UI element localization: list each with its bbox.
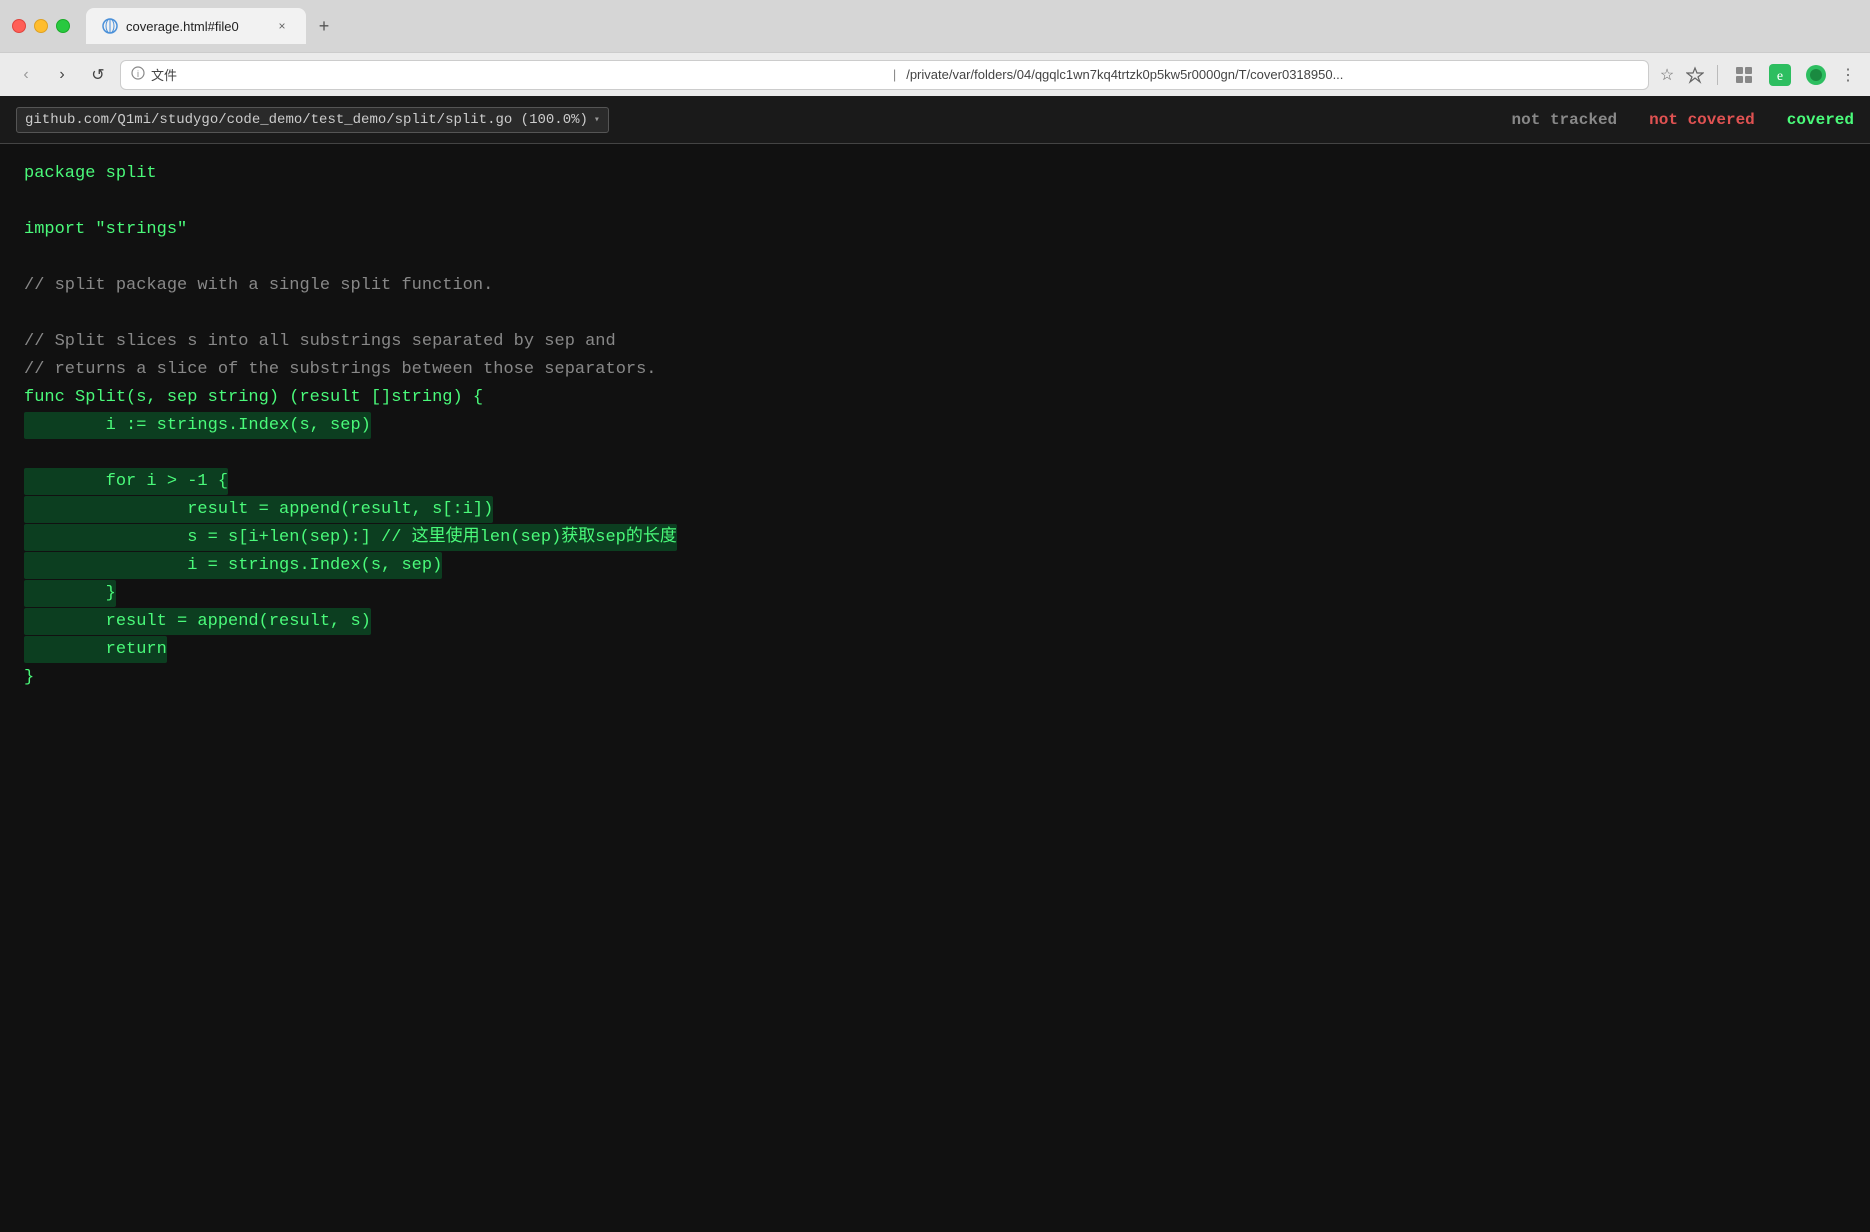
refresh-button[interactable]: ↺ xyxy=(84,61,112,89)
code-line: // Split slices s into all substrings se… xyxy=(0,328,1870,356)
code-line xyxy=(0,440,1870,468)
extensions-divider xyxy=(1717,65,1718,85)
legend-not-covered: not covered xyxy=(1649,111,1755,129)
back-button[interactable]: ‹ xyxy=(12,61,40,89)
bookmark-button[interactable]: ☆ xyxy=(1657,65,1677,85)
code-text: // split package with a single split fun… xyxy=(24,272,493,299)
code-text xyxy=(24,300,34,327)
minimize-button[interactable] xyxy=(34,19,48,33)
close-button[interactable] xyxy=(12,19,26,33)
code-text: return xyxy=(24,636,167,663)
code-text: for i > -1 { xyxy=(24,468,228,495)
forward-button[interactable]: › xyxy=(48,61,76,89)
code-text: package split xyxy=(24,160,157,187)
code-line: for i > -1 { xyxy=(0,468,1870,496)
code-text xyxy=(24,188,34,215)
code-line: } xyxy=(0,580,1870,608)
code-line: // returns a slice of the substrings bet… xyxy=(0,356,1870,384)
code-line: result = append(result, s[:i]) xyxy=(0,496,1870,524)
browser-tab[interactable]: coverage.html#file0 × xyxy=(86,8,306,44)
code-line: i := strings.Index(s, sep) xyxy=(0,412,1870,440)
coverage-toolbar: github.com/Q1mi/studygo/code_demo/test_d… xyxy=(0,96,1870,144)
code-text xyxy=(24,244,34,271)
code-line xyxy=(0,244,1870,272)
code-text: // returns a slice of the substrings bet… xyxy=(24,356,657,383)
legend-covered: covered xyxy=(1787,111,1854,129)
address-prefix: 文件 xyxy=(151,65,883,84)
code-text: import "strings" xyxy=(24,216,187,243)
code-text: result = append(result, s[:i]) xyxy=(24,496,493,523)
traffic-lights xyxy=(12,19,70,33)
maximize-button[interactable] xyxy=(56,19,70,33)
address-info-icon: i xyxy=(131,66,145,83)
code-line xyxy=(0,300,1870,328)
tab-favicon xyxy=(102,18,118,34)
tab-title: coverage.html#file0 xyxy=(126,19,266,34)
nav-actions: ☆ e xyxy=(1657,61,1858,89)
code-line: // split package with a single split fun… xyxy=(0,272,1870,300)
svg-text:i: i xyxy=(137,69,139,79)
evernote-icon[interactable]: e xyxy=(1766,61,1794,89)
code-line: import "strings" xyxy=(0,216,1870,244)
code-text: // Split slices s into all substrings se… xyxy=(24,328,616,355)
extension1-button[interactable] xyxy=(1685,65,1705,85)
code-line: package split xyxy=(0,160,1870,188)
code-line xyxy=(0,188,1870,216)
code-line: return xyxy=(0,636,1870,664)
coverage-content: github.com/Q1mi/studygo/code_demo/test_d… xyxy=(0,96,1870,1232)
file-selector-text: github.com/Q1mi/studygo/code_demo/test_d… xyxy=(25,112,588,128)
code-text: i = strings.Index(s, sep) xyxy=(24,552,442,579)
code-text: func Split(s, sep string) (result []stri… xyxy=(24,384,483,411)
nav-bar: ‹ › ↺ i 文件 | /private/var/folders/04/qgq… xyxy=(0,52,1870,96)
extension2-icon[interactable] xyxy=(1730,61,1758,89)
svg-text:e: e xyxy=(1777,69,1783,84)
code-line: } xyxy=(0,664,1870,692)
legend-not-tracked: not tracked xyxy=(1512,111,1618,129)
coverage-legend: not tracked not covered covered xyxy=(1512,111,1854,129)
code-line: result = append(result, s) xyxy=(0,608,1870,636)
code-text: } xyxy=(24,580,116,607)
file-selector[interactable]: github.com/Q1mi/studygo/code_demo/test_d… xyxy=(16,107,609,133)
code-line: s = s[i+len(sep):] // 这里使用len(sep)获取sep的… xyxy=(0,524,1870,552)
menu-button[interactable]: ⋮ xyxy=(1838,65,1858,85)
address-bar[interactable]: i 文件 | /private/var/folders/04/qgqlc1wn7… xyxy=(120,60,1649,90)
new-tab-button[interactable]: + xyxy=(310,12,338,40)
title-bar: coverage.html#file0 × + xyxy=(0,0,1870,52)
code-text: } xyxy=(24,664,34,691)
code-text: result = append(result, s) xyxy=(24,608,371,635)
file-selector-arrow: ▾ xyxy=(594,114,600,126)
code-text xyxy=(24,440,34,467)
code-text: i := strings.Index(s, sep) xyxy=(24,412,371,439)
browser-chrome: coverage.html#file0 × + ‹ › ↺ i 文件 | /pr… xyxy=(0,0,1870,96)
code-area: package split import "strings" // split … xyxy=(0,144,1870,1232)
code-text: s = s[i+len(sep):] // 这里使用len(sep)获取sep的… xyxy=(24,524,677,551)
code-line: i = strings.Index(s, sep) xyxy=(0,552,1870,580)
address-url: /private/var/folders/04/qgqlc1wn7kq4trtz… xyxy=(906,67,1638,82)
tab-close-button[interactable]: × xyxy=(274,18,290,34)
code-line: func Split(s, sep string) (result []stri… xyxy=(0,384,1870,412)
green-circle-icon[interactable] xyxy=(1802,61,1830,89)
